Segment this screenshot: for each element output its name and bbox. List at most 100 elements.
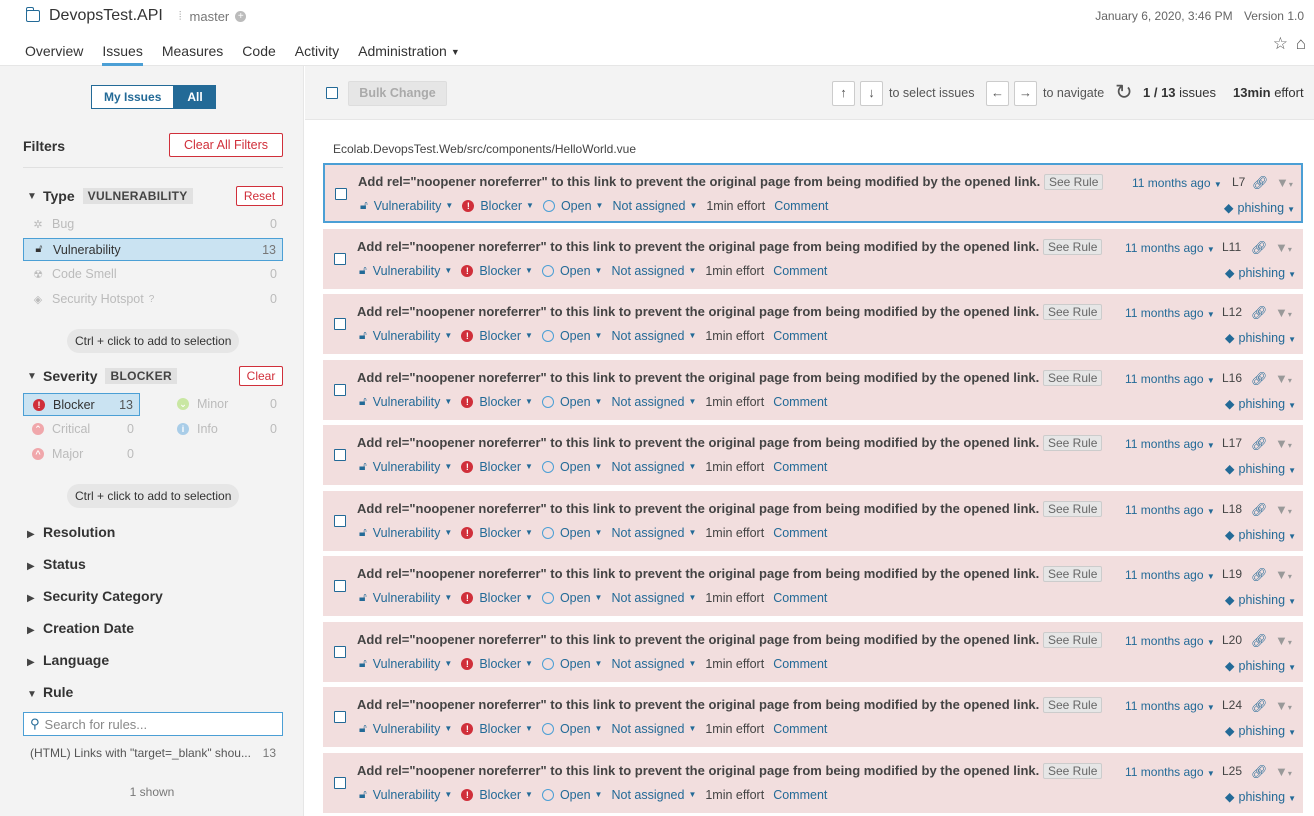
see-rule-button[interactable]: See Rule: [1043, 501, 1103, 517]
type-item-vulnerability[interactable]: 🔓︎ Vulnerability 13: [23, 238, 283, 261]
issue-type-dropdown[interactable]: Vulnerability ▼: [373, 591, 453, 605]
issue-message[interactable]: Add rel="noopener noreferrer" to this li…: [357, 566, 1039, 581]
filter-icon[interactable]: ▼▾: [1275, 567, 1292, 582]
see-rule-button[interactable]: See Rule: [1043, 632, 1103, 648]
see-rule-button[interactable]: See Rule: [1043, 763, 1103, 779]
issue-status-dropdown[interactable]: Open ▼: [560, 722, 603, 736]
issue-checkbox[interactable]: [334, 777, 346, 789]
severity-clear-button[interactable]: Clear: [239, 366, 283, 386]
issue-card[interactable]: Add rel="noopener noreferrer" to this li…: [323, 753, 1303, 813]
issue-type-dropdown[interactable]: Vulnerability ▼: [373, 460, 453, 474]
security-category-facet-header[interactable]: ▶ Security Category: [27, 588, 163, 604]
link-icon[interactable]: 🔗︎: [1251, 240, 1268, 256]
status-facet-header[interactable]: ▶ Status: [27, 556, 86, 572]
issue-status-dropdown[interactable]: Open ▼: [560, 788, 603, 802]
issue-creation-date[interactable]: 11 months ago ▼: [1125, 634, 1215, 648]
type-facet-header[interactable]: ▼ Type VULNERABILITY: [27, 188, 193, 204]
issue-severity-dropdown[interactable]: Blocker ▼: [479, 722, 533, 736]
link-icon[interactable]: 🔗︎: [1251, 502, 1268, 518]
rule-facet-header[interactable]: ▼ Rule: [27, 684, 73, 700]
issue-card[interactable]: Add rel="noopener noreferrer" to this li…: [323, 687, 1303, 747]
issue-severity-dropdown[interactable]: Blocker ▼: [479, 657, 533, 671]
issue-severity-dropdown[interactable]: Blocker ▼: [479, 788, 533, 802]
issue-assignee-dropdown[interactable]: Not assigned ▼: [611, 264, 696, 278]
issue-assignee-dropdown[interactable]: Not assigned ▼: [612, 199, 697, 213]
issue-card[interactable]: Add rel="noopener noreferrer" to this li…: [323, 229, 1303, 289]
creation-date-facet-header[interactable]: ▶ Creation Date: [27, 620, 134, 636]
issue-tags-dropdown[interactable]: ◆ phishing ▼: [1225, 265, 1296, 280]
issue-card[interactable]: Add rel="noopener noreferrer" to this li…: [323, 294, 1303, 354]
link-icon[interactable]: 🔗︎: [1251, 436, 1268, 452]
issue-status-dropdown[interactable]: Open ▼: [561, 199, 604, 213]
tab-issues[interactable]: Issues: [102, 43, 143, 66]
issue-type-dropdown[interactable]: Vulnerability ▼: [373, 722, 453, 736]
issue-message[interactable]: Add rel="noopener noreferrer" to this li…: [357, 370, 1039, 385]
issue-message[interactable]: Add rel="noopener noreferrer" to this li…: [357, 632, 1039, 647]
issue-tags-dropdown[interactable]: ◆ phishing ▼: [1225, 330, 1296, 345]
issue-status-dropdown[interactable]: Open ▼: [560, 526, 603, 540]
issue-tags-dropdown[interactable]: ◆ phishing ▼: [1225, 461, 1296, 476]
comment-link[interactable]: Comment: [773, 329, 827, 343]
issue-assignee-dropdown[interactable]: Not assigned ▼: [611, 395, 696, 409]
comment-link[interactable]: Comment: [773, 526, 827, 540]
type-item-bug[interactable]: ✲ Bug 0: [23, 213, 283, 235]
issue-checkbox[interactable]: [334, 253, 346, 265]
link-icon[interactable]: 🔗︎: [1251, 698, 1268, 714]
help-icon[interactable]: ?: [149, 294, 155, 305]
issue-status-dropdown[interactable]: Open ▼: [560, 591, 603, 605]
issue-status-dropdown[interactable]: Open ▼: [560, 657, 603, 671]
reload-icon[interactable]: ↻: [1115, 80, 1133, 105]
issue-tags-dropdown[interactable]: ◆ phishing ▼: [1225, 789, 1296, 804]
issue-message[interactable]: Add rel="noopener noreferrer" to this li…: [358, 174, 1040, 189]
filter-icon[interactable]: ▼▾: [1275, 240, 1292, 255]
issue-card[interactable]: Add rel="noopener noreferrer" to this li…: [323, 556, 1303, 616]
filter-icon[interactable]: ▼▾: [1275, 436, 1292, 451]
issue-checkbox[interactable]: [334, 449, 346, 461]
type-item-security-hotspot[interactable]: ◈ Security Hotspot ? 0: [23, 288, 283, 310]
issue-tags-dropdown[interactable]: ◆ phishing ▼: [1225, 527, 1296, 542]
issue-creation-date[interactable]: 11 months ago ▼: [1125, 372, 1215, 386]
link-icon[interactable]: 🔗︎: [1251, 371, 1268, 387]
type-item-code-smell[interactable]: ☢︎ Code Smell 0: [23, 263, 283, 285]
comment-link[interactable]: Comment: [773, 460, 827, 474]
issue-type-dropdown[interactable]: Vulnerability ▼: [373, 395, 453, 409]
issue-message[interactable]: Add rel="noopener noreferrer" to this li…: [357, 697, 1039, 712]
see-rule-button[interactable]: See Rule: [1043, 370, 1103, 386]
issue-severity-dropdown[interactable]: Blocker ▼: [479, 460, 533, 474]
issue-severity-dropdown[interactable]: Blocker ▼: [479, 526, 533, 540]
comment-link[interactable]: Comment: [773, 722, 827, 736]
link-icon[interactable]: 🔗︎: [1251, 633, 1268, 649]
link-icon[interactable]: 🔗︎: [1252, 175, 1269, 191]
star-icon[interactable]: ☆: [1273, 34, 1288, 54]
severity-item-blocker[interactable]: ! Blocker 13: [23, 393, 140, 416]
severity-item-minor[interactable]: ⌄ Minor 0: [171, 393, 283, 415]
link-icon[interactable]: 🔗︎: [1251, 567, 1268, 583]
issue-creation-date[interactable]: 11 months ago ▼: [1125, 437, 1215, 451]
issue-severity-dropdown[interactable]: Blocker ▼: [479, 591, 533, 605]
issue-card[interactable]: Add rel="noopener noreferrer" to this li…: [323, 360, 1303, 420]
issue-checkbox[interactable]: [335, 188, 347, 200]
issue-assignee-dropdown[interactable]: Not assigned ▼: [611, 591, 696, 605]
issue-checkbox[interactable]: [334, 384, 346, 396]
tab-code[interactable]: Code: [242, 43, 275, 65]
issue-tags-dropdown[interactable]: ◆ phishing ▼: [1225, 723, 1296, 738]
issue-status-dropdown[interactable]: Open ▼: [560, 264, 603, 278]
issue-checkbox[interactable]: [334, 318, 346, 330]
all-issues-button[interactable]: All: [174, 85, 216, 109]
comment-link[interactable]: Comment: [773, 591, 827, 605]
resolution-facet-header[interactable]: ▶ Resolution: [27, 524, 115, 540]
filter-icon[interactable]: ▼▾: [1275, 633, 1292, 648]
severity-item-major[interactable]: ^ Major 0: [23, 443, 140, 465]
issue-severity-dropdown[interactable]: Blocker ▼: [479, 264, 533, 278]
issue-severity-dropdown[interactable]: Blocker ▼: [480, 199, 534, 213]
issue-card[interactable]: Add rel="noopener noreferrer" to this li…: [323, 425, 1303, 485]
language-facet-header[interactable]: ▶ Language: [27, 652, 109, 668]
issue-checkbox[interactable]: [334, 646, 346, 658]
issue-message[interactable]: Add rel="noopener noreferrer" to this li…: [357, 304, 1039, 319]
comment-link[interactable]: Comment: [773, 395, 827, 409]
issue-assignee-dropdown[interactable]: Not assigned ▼: [611, 526, 696, 540]
issue-assignee-dropdown[interactable]: Not assigned ▼: [611, 657, 696, 671]
issue-type-dropdown[interactable]: Vulnerability ▼: [373, 788, 453, 802]
issue-type-dropdown[interactable]: Vulnerability ▼: [373, 329, 453, 343]
comment-link[interactable]: Comment: [773, 264, 827, 278]
